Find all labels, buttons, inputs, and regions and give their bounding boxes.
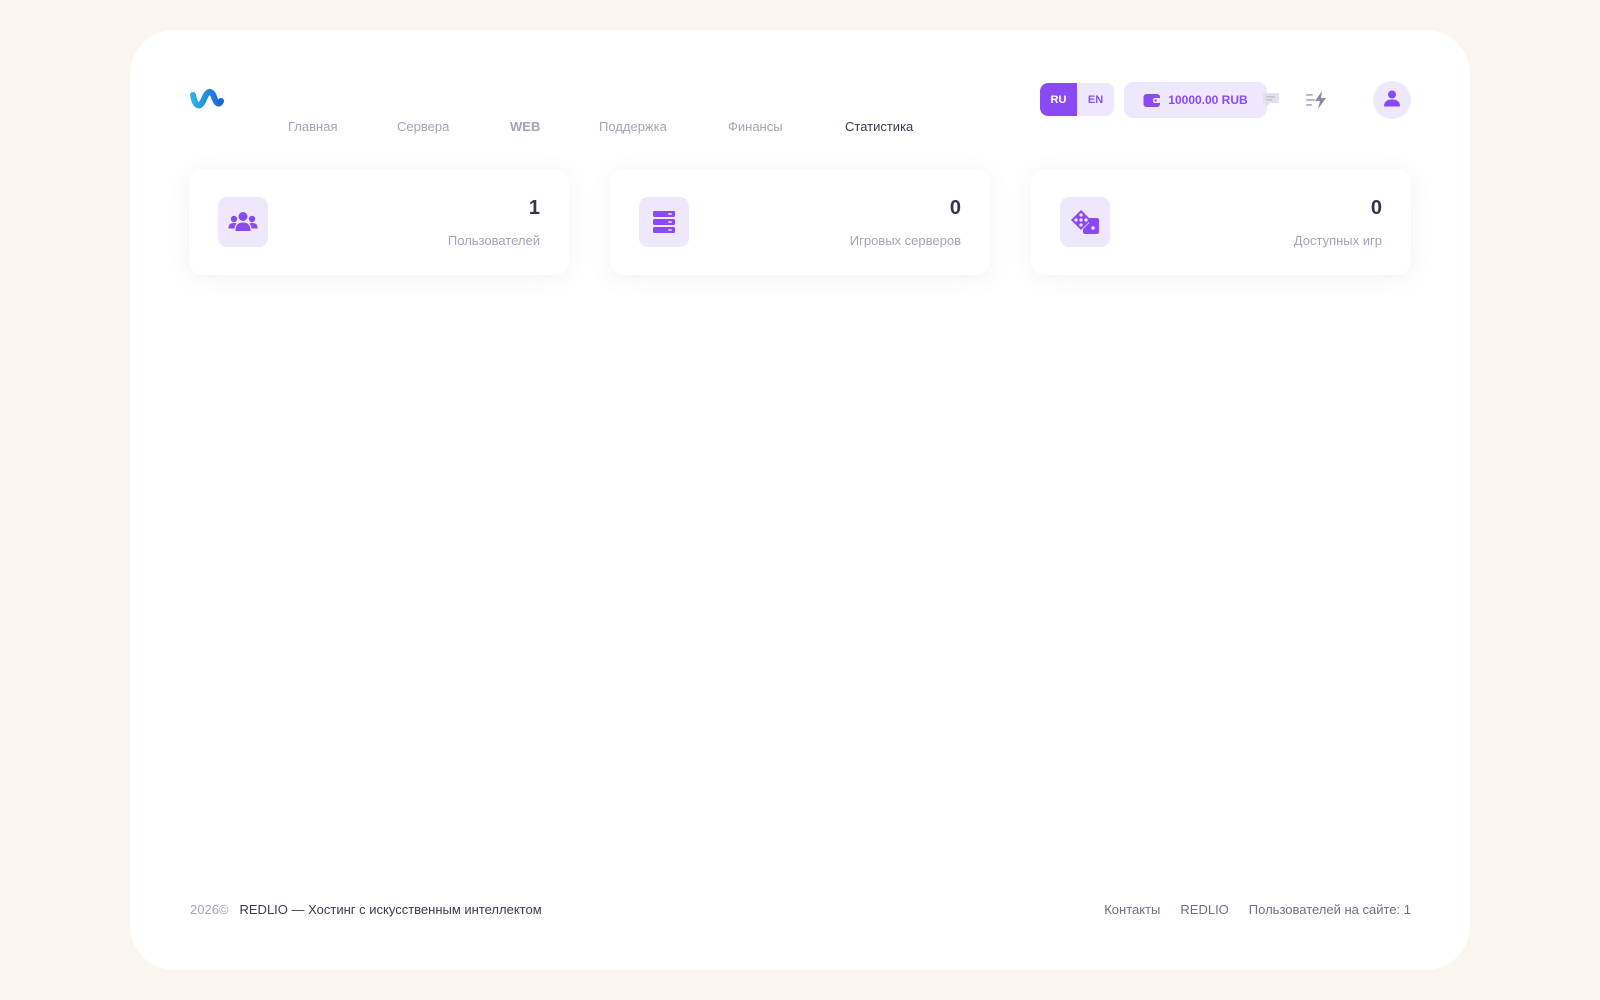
nav-item-servers[interactable]: Сервера xyxy=(397,119,510,134)
stat-card-users: 1 Пользователей xyxy=(189,169,569,275)
footer-copyright: 2026© REDLIO — Хостинг с искусственным и… xyxy=(190,902,542,917)
balance-amount: 10000.00 RUB xyxy=(1168,93,1248,107)
footer-year: 2026© xyxy=(190,902,229,917)
wave-logo-icon[interactable] xyxy=(190,87,224,111)
stat-label-servers: Игровых серверов xyxy=(849,233,961,248)
nav-item-finance[interactable]: Финансы xyxy=(728,119,845,134)
stats-cards: 1 Пользователей 0 Игровых серверов 0 Дос… xyxy=(189,169,1411,275)
footer-link-contacts[interactable]: Контакты xyxy=(1104,902,1160,917)
app-window: Главная Сервера WEB Поддержка Финансы Ст… xyxy=(130,30,1470,970)
footer-links: Контакты REDLIO Пользователей на сайте: … xyxy=(1084,902,1411,917)
lang-en-button[interactable]: EN xyxy=(1077,83,1114,116)
stat-label-games: Доступных игр xyxy=(1293,233,1382,248)
avatar[interactable] xyxy=(1373,81,1411,119)
footer-copyright-text: REDLIO — Хостинг с искусственным интелле… xyxy=(239,902,542,917)
footer-link-redlio[interactable]: REDLIO xyxy=(1180,902,1228,917)
main-nav: Главная Сервера WEB Поддержка Финансы Ст… xyxy=(288,119,913,134)
stat-value-servers: 0 xyxy=(949,197,961,219)
lang-ru-button[interactable]: RU xyxy=(1040,83,1077,116)
wallet-icon xyxy=(1143,93,1161,108)
footer-online-users: Пользователей на сайте: 1 xyxy=(1248,902,1411,917)
users-icon xyxy=(218,197,268,247)
nav-item-home[interactable]: Главная xyxy=(288,119,397,134)
chat-icon[interactable] xyxy=(1258,88,1284,112)
stat-card-games: 0 Доступных игр xyxy=(1031,169,1411,275)
stat-card-servers: 0 Игровых серверов xyxy=(610,169,990,275)
nav-item-support[interactable]: Поддержка xyxy=(599,119,728,134)
stat-value-games: 0 xyxy=(1370,197,1382,219)
stat-value-users: 1 xyxy=(528,197,540,219)
lightning-list-icon[interactable] xyxy=(1304,88,1330,112)
user-icon xyxy=(1383,89,1401,112)
language-switch: RU EN xyxy=(1040,83,1114,116)
stat-label-users: Пользователей xyxy=(447,233,540,248)
dice-icon xyxy=(1060,197,1110,247)
nav-item-statistics[interactable]: Статистика xyxy=(845,119,913,134)
nav-item-web[interactable]: WEB xyxy=(510,119,599,134)
balance-button[interactable]: 10000.00 RUB xyxy=(1124,82,1267,118)
server-icon xyxy=(639,197,689,247)
